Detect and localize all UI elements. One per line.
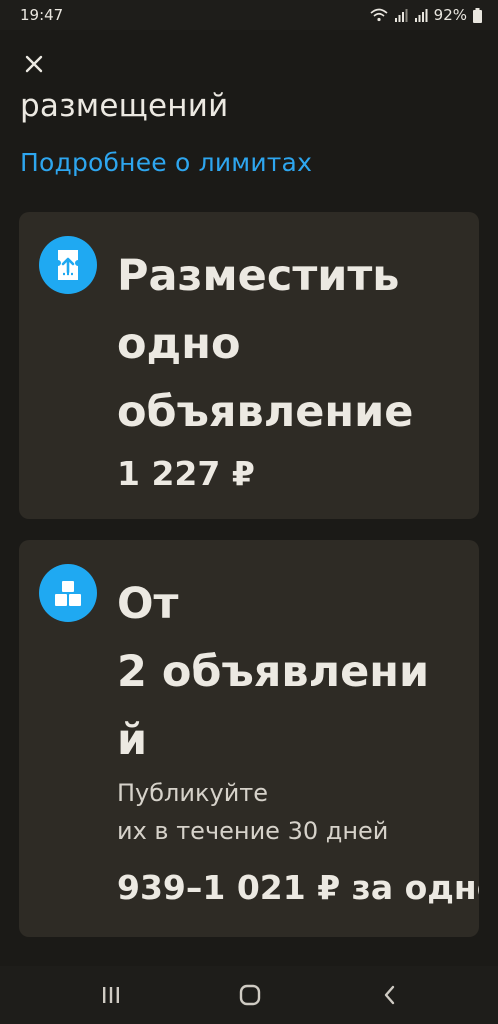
ticket-upload-icon bbox=[39, 236, 97, 294]
close-icon bbox=[25, 55, 43, 73]
wifi-icon bbox=[370, 8, 388, 22]
card-description: Публикуйте их в течение 30 дней bbox=[117, 779, 389, 845]
limits-link[interactable]: Подробнее о лимитах bbox=[20, 148, 312, 177]
card-price: 1 227 ₽ bbox=[117, 454, 255, 493]
card-price: 939–1 021 ₽ за одно bbox=[117, 868, 479, 907]
page-title: размещений bbox=[20, 88, 229, 124]
status-icons: 92% bbox=[370, 6, 482, 24]
system-nav-bar bbox=[0, 966, 498, 1024]
battery-icon bbox=[473, 7, 482, 23]
card-title: От 2 объявлени й bbox=[117, 579, 430, 765]
stack-boxes-icon bbox=[39, 564, 97, 622]
close-button[interactable] bbox=[16, 46, 52, 82]
signal-icon bbox=[394, 9, 408, 22]
recent-apps-button[interactable] bbox=[96, 980, 126, 1010]
card-title: Разместить одно объявление bbox=[117, 251, 414, 437]
battery-percent: 92% bbox=[433, 6, 467, 24]
multiple-listings-card[interactable]: От 2 объявлени й Публикуйте их в течение… bbox=[19, 540, 479, 937]
single-listing-card[interactable]: Разместить одно объявление 1 227 ₽ bbox=[19, 212, 479, 519]
back-button[interactable] bbox=[375, 980, 405, 1010]
back-icon bbox=[384, 985, 395, 1005]
status-bar: 19:47 92% bbox=[0, 0, 498, 30]
signal-icon bbox=[414, 9, 428, 22]
home-button[interactable] bbox=[235, 980, 265, 1010]
home-icon bbox=[239, 984, 261, 1006]
recent-apps-icon bbox=[103, 987, 119, 1003]
status-time: 19:47 bbox=[20, 6, 64, 24]
